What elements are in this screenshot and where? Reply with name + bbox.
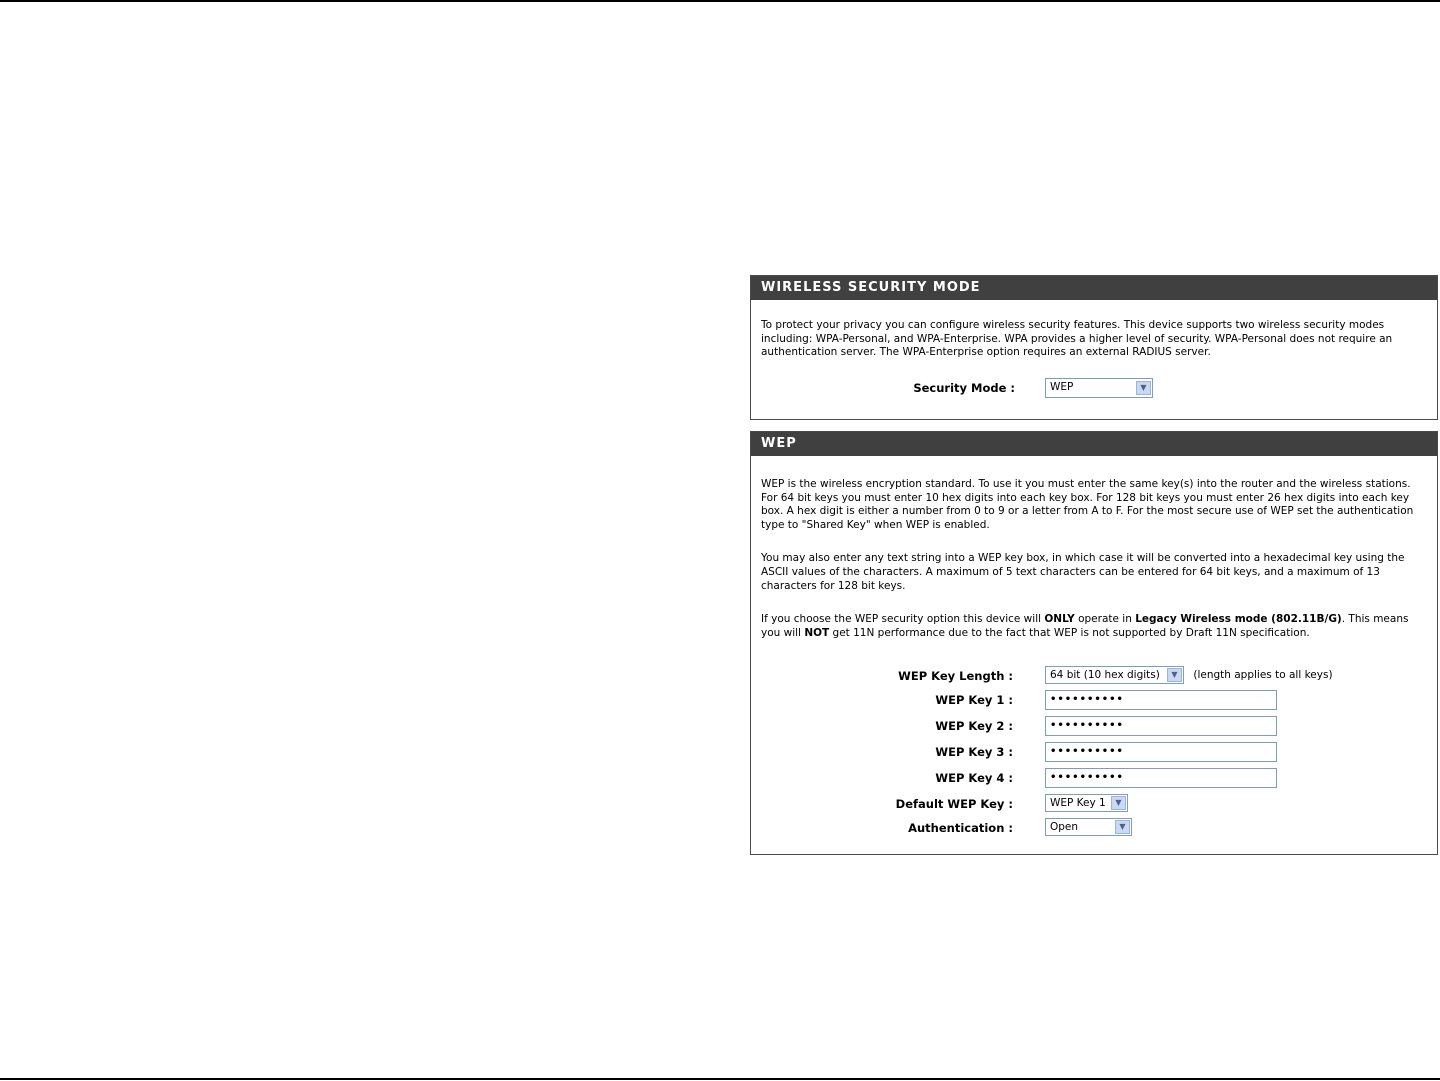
wep-key-3-input[interactable]: •••••••••• [1045,742,1277,763]
default-wep-key-value: WEP Key 1 [1050,797,1106,810]
security-mode-select[interactable]: WEP ▼ [1045,377,1153,398]
wep-key-2-label: WEP Key 2 : [935,719,1013,734]
authentication-label: Authentication : [908,821,1013,836]
security-mode-value: WEP [1050,380,1074,393]
chevron-down-icon[interactable]: ▼ [1167,668,1182,683]
wep-key-2-input[interactable]: •••••••••• [1045,716,1277,737]
wep-key-row: WEP Key 1 : •••••••••• [761,690,1427,716]
wep-description-1: WEP is the wireless encryption standard.… [761,478,1414,531]
panel-title: WEP [751,432,1437,456]
wep-key-4-label: WEP Key 4 : [935,771,1013,786]
default-wep-key-label: Default WEP Key : [895,797,1013,812]
wep-description-2: You may also enter any text string into … [761,552,1405,592]
wep-key-4-input[interactable]: •••••••••• [1045,768,1277,789]
wep-description-3: If you choose the WEP security option th… [761,613,1409,639]
chevron-down-icon[interactable]: ▼ [1111,796,1126,811]
security-mode-label: Security Mode : [913,380,1015,395]
wep-key-1-input[interactable]: •••••••••• [1045,690,1277,711]
wep-key-length-row: WEP Key Length : 64 bit (10 hex digits) … [761,666,1427,690]
authentication-value: Open [1050,821,1079,834]
chevron-down-icon[interactable]: ▼ [1115,820,1130,835]
wep-key-length-label: WEP Key Length : [898,669,1013,684]
wep-panel: WEP WEP is the wireless encryption stand… [750,431,1438,855]
security-description: To protect your privacy you can configur… [761,319,1393,359]
wep-key-length-value: 64 bit (10 hex digits) [1050,669,1160,682]
wireless-security-mode-panel: WIRELESS SECURITY MODE To protect your p… [750,275,1438,420]
panel-title: WIRELESS SECURITY MODE [751,276,1437,300]
security-mode-row: Security Mode : WEP ▼ [761,377,1427,404]
wep-key-row: WEP Key 2 : •••••••••• [761,716,1427,742]
wep-key-length-hint: (length applies to all keys) [1193,669,1333,682]
wep-key-row: WEP Key 4 : •••••••••• [761,768,1427,794]
wep-key-length-select[interactable]: 64 bit (10 hex digits) ▼ [1045,666,1184,685]
bottom-divider [0,1078,1440,1080]
authentication-row: Authentication : Open ▼ [761,818,1427,842]
default-wep-key-select[interactable]: WEP Key 1 ▼ [1045,794,1128,813]
chevron-down-icon[interactable]: ▼ [1136,380,1151,395]
wep-key-1-label: WEP Key 1 : [935,693,1013,708]
wep-key-3-label: WEP Key 3 : [935,745,1013,760]
top-divider [0,0,1440,2]
default-wep-key-row: Default WEP Key : WEP Key 1 ▼ [761,794,1427,818]
authentication-select[interactable]: Open ▼ [1045,818,1132,837]
wep-key-row: WEP Key 3 : •••••••••• [761,742,1427,768]
